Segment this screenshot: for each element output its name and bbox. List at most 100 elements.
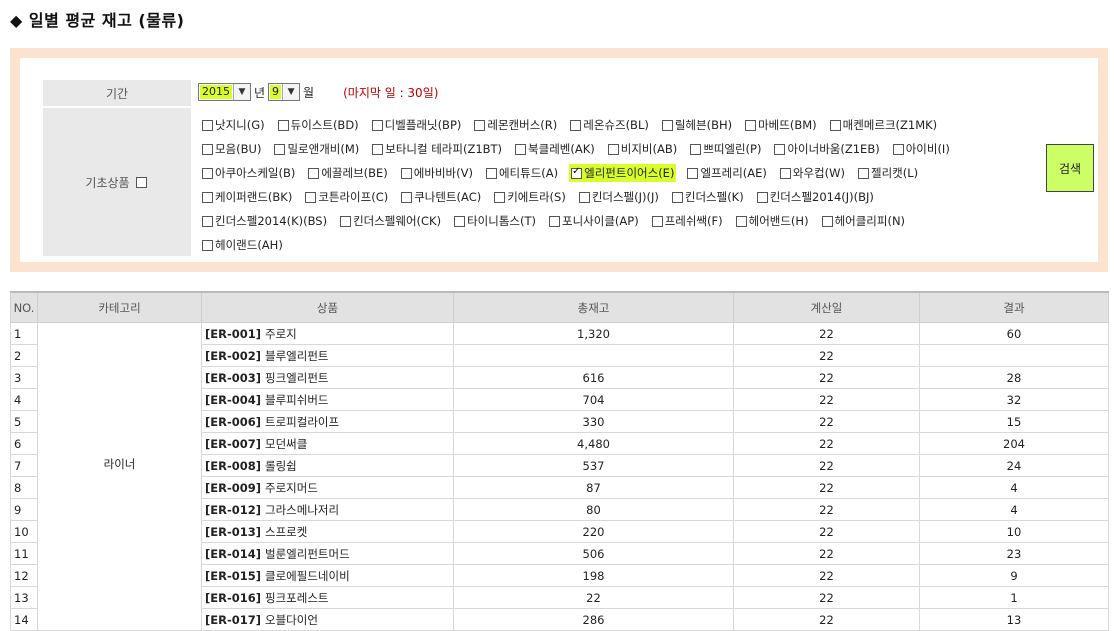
product-checkbox[interactable] [821,215,833,227]
product-code: [ER-015] [205,568,262,583]
product-option[interactable]: 젤리캣(L) [856,164,920,182]
product-option[interactable]: 헤어클리피(N) [820,212,907,230]
product-code: [ER-002] [205,348,262,363]
product-checkbox[interactable] [651,215,663,227]
product-option[interactable]: 에끌레브(BE) [306,164,389,182]
product-option[interactable]: 엘리펀트이어스(E) [569,164,677,182]
product-checkbox[interactable] [661,119,673,131]
product-checkbox[interactable] [202,215,213,227]
product-checkbox[interactable] [857,167,869,179]
product-checkbox[interactable] [779,167,791,179]
product-checkbox[interactable] [690,143,702,155]
product-checkbox[interactable] [305,191,317,203]
product-option[interactable]: 마베뜨(BM) [743,116,819,134]
product-option[interactable]: 킨더스펠웨어(CK) [338,212,443,230]
product-option[interactable]: 모음(BU) [200,140,263,158]
product-option[interactable]: 아쿠아스케일(B) [200,164,297,182]
product-checkbox[interactable] [571,166,583,179]
product-option[interactable]: 에티튜드(A) [484,164,560,182]
product-name: 그라스메나저리 [265,502,340,517]
product-option[interactable]: 키에트라(S) [492,188,568,206]
product-option[interactable]: 코튼라이프(C) [303,188,390,206]
basic-product-checkbox[interactable] [135,176,147,188]
product-checkbox[interactable] [549,215,560,227]
product-option[interactable]: 포니사이클(AP) [547,212,641,230]
product-checkbox-row: 낫지니(G) 듀이스트(BD) 디벨플래닛(BP) 레몬캔버스(R) 레온슈즈(BL) 릴… [200,113,1030,137]
product-option[interactable]: 쿠나텐트(AC) [399,188,483,206]
product-checkbox[interactable] [570,119,582,131]
product-checkbox[interactable] [578,191,590,203]
product-option[interactable]: 매켄메르크(Z1MK) [828,116,940,134]
product-option[interactable]: 와우컵(W) [778,164,847,182]
product-checkbox[interactable] [202,167,213,179]
product-cell: [ER-003] 핑크엘리펀트 [201,366,454,389]
product-option[interactable]: 엘프레리(AE) [685,164,768,182]
product-checkbox[interactable] [277,119,289,131]
product-option[interactable]: 케이퍼랜드(BK) [200,188,294,206]
product-checkbox[interactable] [274,143,286,155]
basic-product-label-text: 기초상품 [85,175,130,190]
product-name: 주로지 [265,326,297,341]
product-option[interactable]: 레온슈즈(BL) [568,116,651,134]
calc-days-cell: 22 [733,454,920,477]
product-checkbox[interactable] [485,167,497,179]
product-checkbox[interactable] [340,215,352,227]
product-cell: [ER-012] 그라스메나저리 [201,498,454,521]
product-checkbox[interactable] [474,119,486,131]
product-checkbox[interactable] [202,191,213,203]
product-option[interactable]: 킨더스펠2014(K)(BS) [200,212,329,230]
product-checkbox[interactable] [774,143,786,155]
product-name: 오블다이언 [265,612,318,627]
product-checkbox-row: 모음(BU) 밀로앤개비(M) 보타니컬 테라피(Z1BT) 북클레벤(AK) 비지비(… [200,137,1030,161]
product-option[interactable]: 킨더스펠2014(J)(BJ) [755,188,876,206]
product-checkbox[interactable] [515,143,527,155]
product-name: 주로지머드 [265,480,318,495]
product-checkbox[interactable] [202,239,213,251]
product-checkbox[interactable] [401,191,413,203]
product-option[interactable]: 릴헤븐(BH) [660,116,734,134]
product-name: 트로피컬라이프 [265,414,340,429]
product-option[interactable]: 헤어밴드(H) [734,212,811,230]
product-option[interactable]: 듀이스트(BD) [276,116,361,134]
search-button[interactable]: 검색 [1046,144,1094,192]
product-checkbox[interactable] [202,119,213,131]
product-checkbox[interactable] [400,167,412,179]
product-checkbox[interactable] [735,215,747,227]
product-checkbox[interactable] [454,215,466,227]
header-category: 카테고리 [37,291,202,323]
product-option[interactable]: 킨더스펠(K) [670,188,746,206]
product-option[interactable]: 레몬캔버스(R) [472,116,559,134]
product-option[interactable]: 보타니컬 테라피(Z1BT) [370,140,504,158]
product-option[interactable]: 아이너바움(Z1EB) [772,140,881,158]
product-option[interactable]: 킨더스펠(J)(J) [577,188,661,206]
product-option-label: 킨더스펠(J)(J) [591,190,659,204]
product-option[interactable]: 낫지니(G) [200,116,267,134]
product-checkbox[interactable] [371,119,383,131]
product-option[interactable]: 북클레벤(AK) [513,140,597,158]
product-option[interactable]: 디벨플래닛(BP) [370,116,464,134]
product-checkbox[interactable] [494,191,506,203]
product-option[interactable]: 프레쉬쌕(F) [650,212,725,230]
row-number: 13 [10,586,38,609]
product-option[interactable]: 타이니톰스(T) [452,212,538,230]
product-option[interactable]: 밀로앤개비(M) [272,140,361,158]
year-select[interactable]: 2015 ▼ [198,83,251,101]
product-option[interactable]: 에바비바(V) [399,164,475,182]
product-option[interactable]: 아이비(I) [891,140,952,158]
product-checkbox[interactable] [687,167,699,179]
calc-days-cell: 22 [733,586,920,609]
product-option[interactable]: 헤이랜드(AH) [200,236,285,254]
product-checkbox[interactable] [892,143,904,155]
result-cell: 1 [919,586,1109,609]
product-checkbox[interactable] [308,167,320,179]
product-checkbox[interactable] [607,143,619,155]
product-checkbox[interactable] [372,143,384,155]
product-checkbox[interactable] [671,191,683,203]
product-option[interactable]: 쁘띠엘린(P) [688,140,763,158]
product-checkbox[interactable] [829,119,841,131]
product-checkbox[interactable] [202,143,213,155]
product-checkbox[interactable] [756,191,768,203]
product-checkbox[interactable] [745,119,757,131]
month-select[interactable]: 9 ▼ [268,83,301,101]
product-option[interactable]: 비지비(AB) [606,140,679,158]
